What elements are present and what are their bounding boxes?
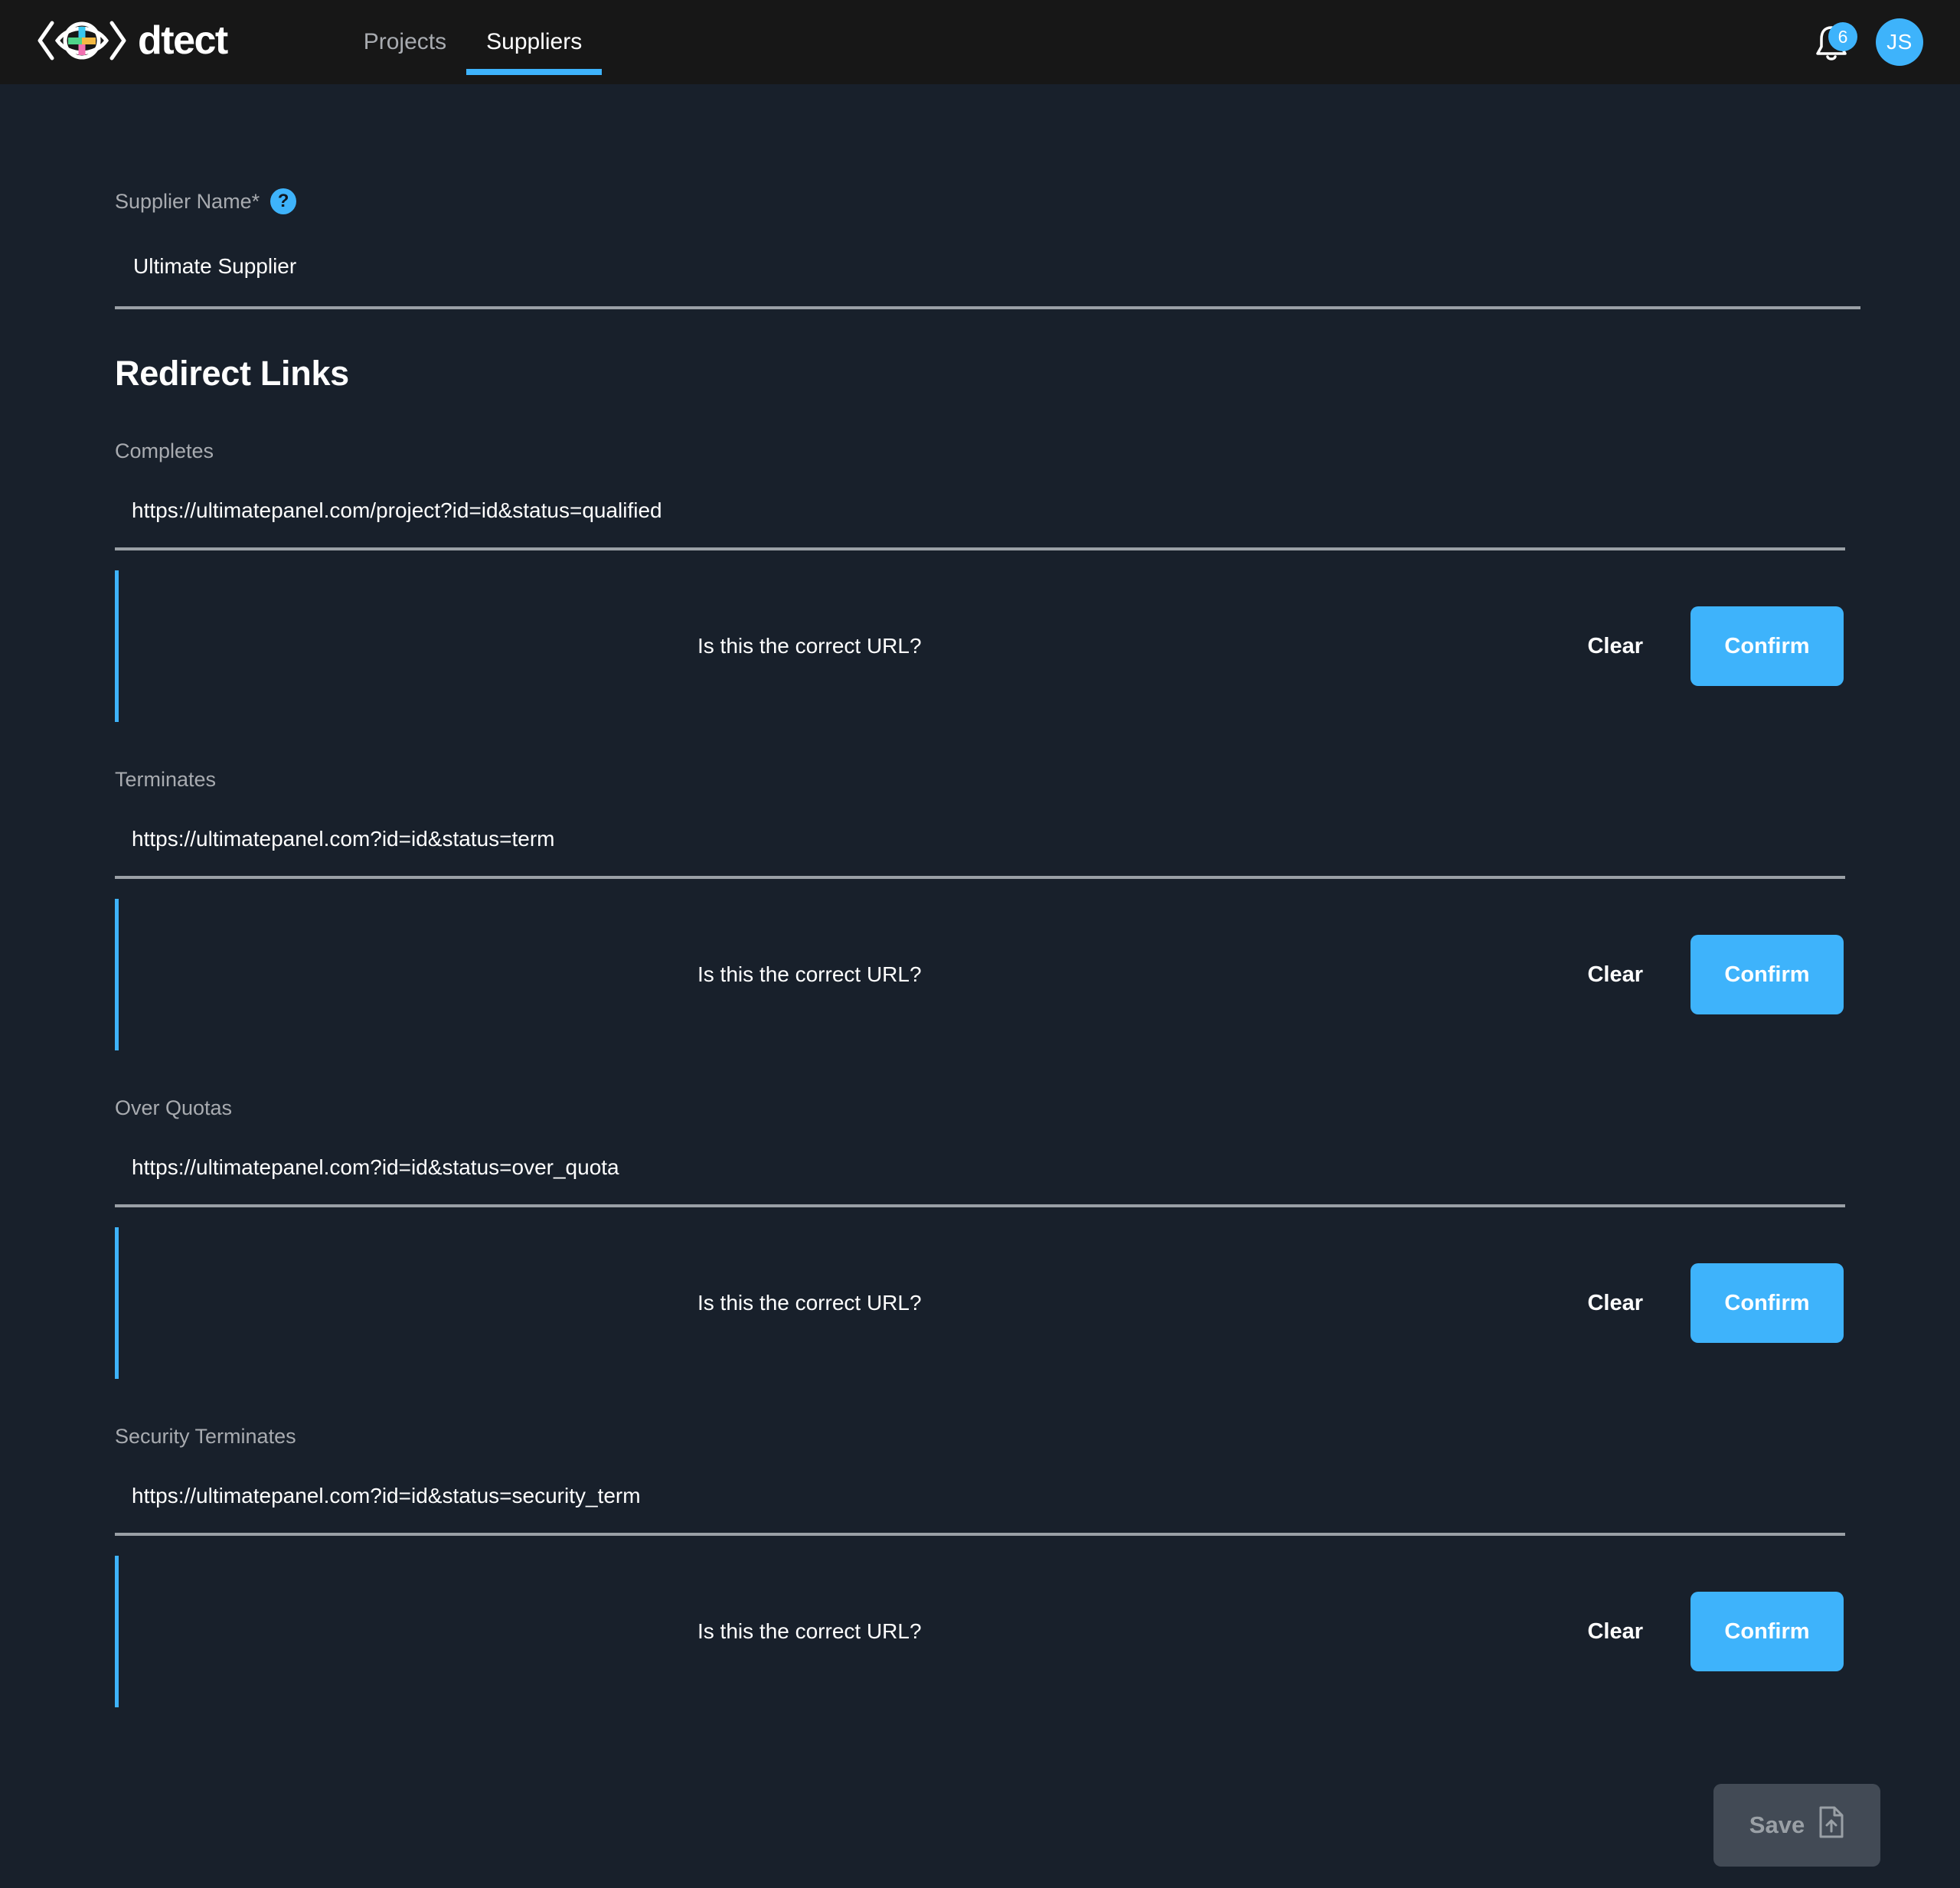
redirect-links-heading: Redirect Links [115,354,349,393]
nav-tabs: Projects Suppliers [344,0,603,84]
supplier-name-field-block: Supplier Name* ? [0,84,1960,309]
file-upload-icon [1818,1806,1844,1844]
redirect-group-security-terminates: Security Terminates Is this the correct … [0,1379,1960,1707]
bell-icon [1811,26,1851,67]
terminates-url-input[interactable] [115,792,1845,879]
brand-logo[interactable]: dtect [37,0,228,84]
save-bar: Save [1713,1784,1880,1867]
supplier-name-label-row: Supplier Name* ? [115,188,1960,214]
completes-url-input[interactable] [115,463,1845,550]
redirect-group-terminates: Terminates Is this the correct URL? Clea… [0,722,1960,1050]
confirm-question-text: Is this the correct URL? [697,1291,922,1315]
nav-tab-suppliers[interactable]: Suppliers [466,0,603,84]
confirm-actions: Clear Confirm [1587,1263,1960,1343]
confirm-question-text: Is this the correct URL? [697,962,922,986]
redirect-group-label: Over Quotas [115,1096,233,1119]
clear-button[interactable]: Clear [1587,634,1643,659]
confirm-button[interactable]: Confirm [1690,1592,1844,1671]
confirm-button[interactable]: Confirm [1690,935,1844,1014]
redirect-group-completes: Completes Is this the correct URL? Clear… [0,394,1960,722]
supplier-name-input[interactable] [115,254,1860,309]
supplier-name-label: Supplier Name* [115,189,260,213]
over-quotas-confirm-row: Is this the correct URL? Clear Confirm [115,1227,1960,1379]
brand-name: dtect [138,18,228,63]
top-navigation-bar: dtect Projects Suppliers 6 JS [0,0,1960,84]
main-content: Supplier Name* ? Redirect Links Complete… [0,84,1960,1888]
confirm-actions: Clear Confirm [1587,935,1960,1014]
nav-right-actions: 6 JS [1811,18,1960,66]
clear-button[interactable]: Clear [1587,1619,1643,1645]
help-icon[interactable]: ? [270,188,297,214]
terminates-confirm-row: Is this the correct URL? Clear Confirm [115,899,1960,1050]
save-button-label: Save [1749,1811,1805,1838]
security-terminates-confirm-row: Is this the correct URL? Clear Confirm [115,1556,1960,1707]
eye-plus-logo-icon [37,17,127,68]
confirm-button[interactable]: Confirm [1690,606,1844,686]
redirect-group-label: Completes [115,439,214,462]
clear-button[interactable]: Clear [1587,1291,1643,1316]
confirm-actions: Clear Confirm [1587,606,1960,686]
nav-tab-projects[interactable]: Projects [344,0,466,84]
confirm-question-text: Is this the correct URL? [697,634,922,658]
redirect-group-label: Terminates [115,768,217,791]
save-button[interactable]: Save [1713,1784,1880,1867]
redirect-group-over-quotas: Over Quotas Is this the correct URL? Cle… [0,1050,1960,1379]
redirect-group-label: Security Terminates [115,1425,296,1448]
notifications-button[interactable]: 6 [1811,21,1857,67]
security-terminates-url-input[interactable] [115,1449,1845,1536]
confirm-question-text: Is this the correct URL? [697,1619,922,1643]
user-avatar[interactable]: JS [1876,18,1923,66]
confirm-actions: Clear Confirm [1587,1592,1960,1671]
confirm-button[interactable]: Confirm [1690,1263,1844,1343]
completes-confirm-row: Is this the correct URL? Clear Confirm [115,570,1960,722]
notification-count-badge: 6 [1828,22,1857,51]
over-quotas-url-input[interactable] [115,1120,1845,1207]
clear-button[interactable]: Clear [1587,962,1643,988]
